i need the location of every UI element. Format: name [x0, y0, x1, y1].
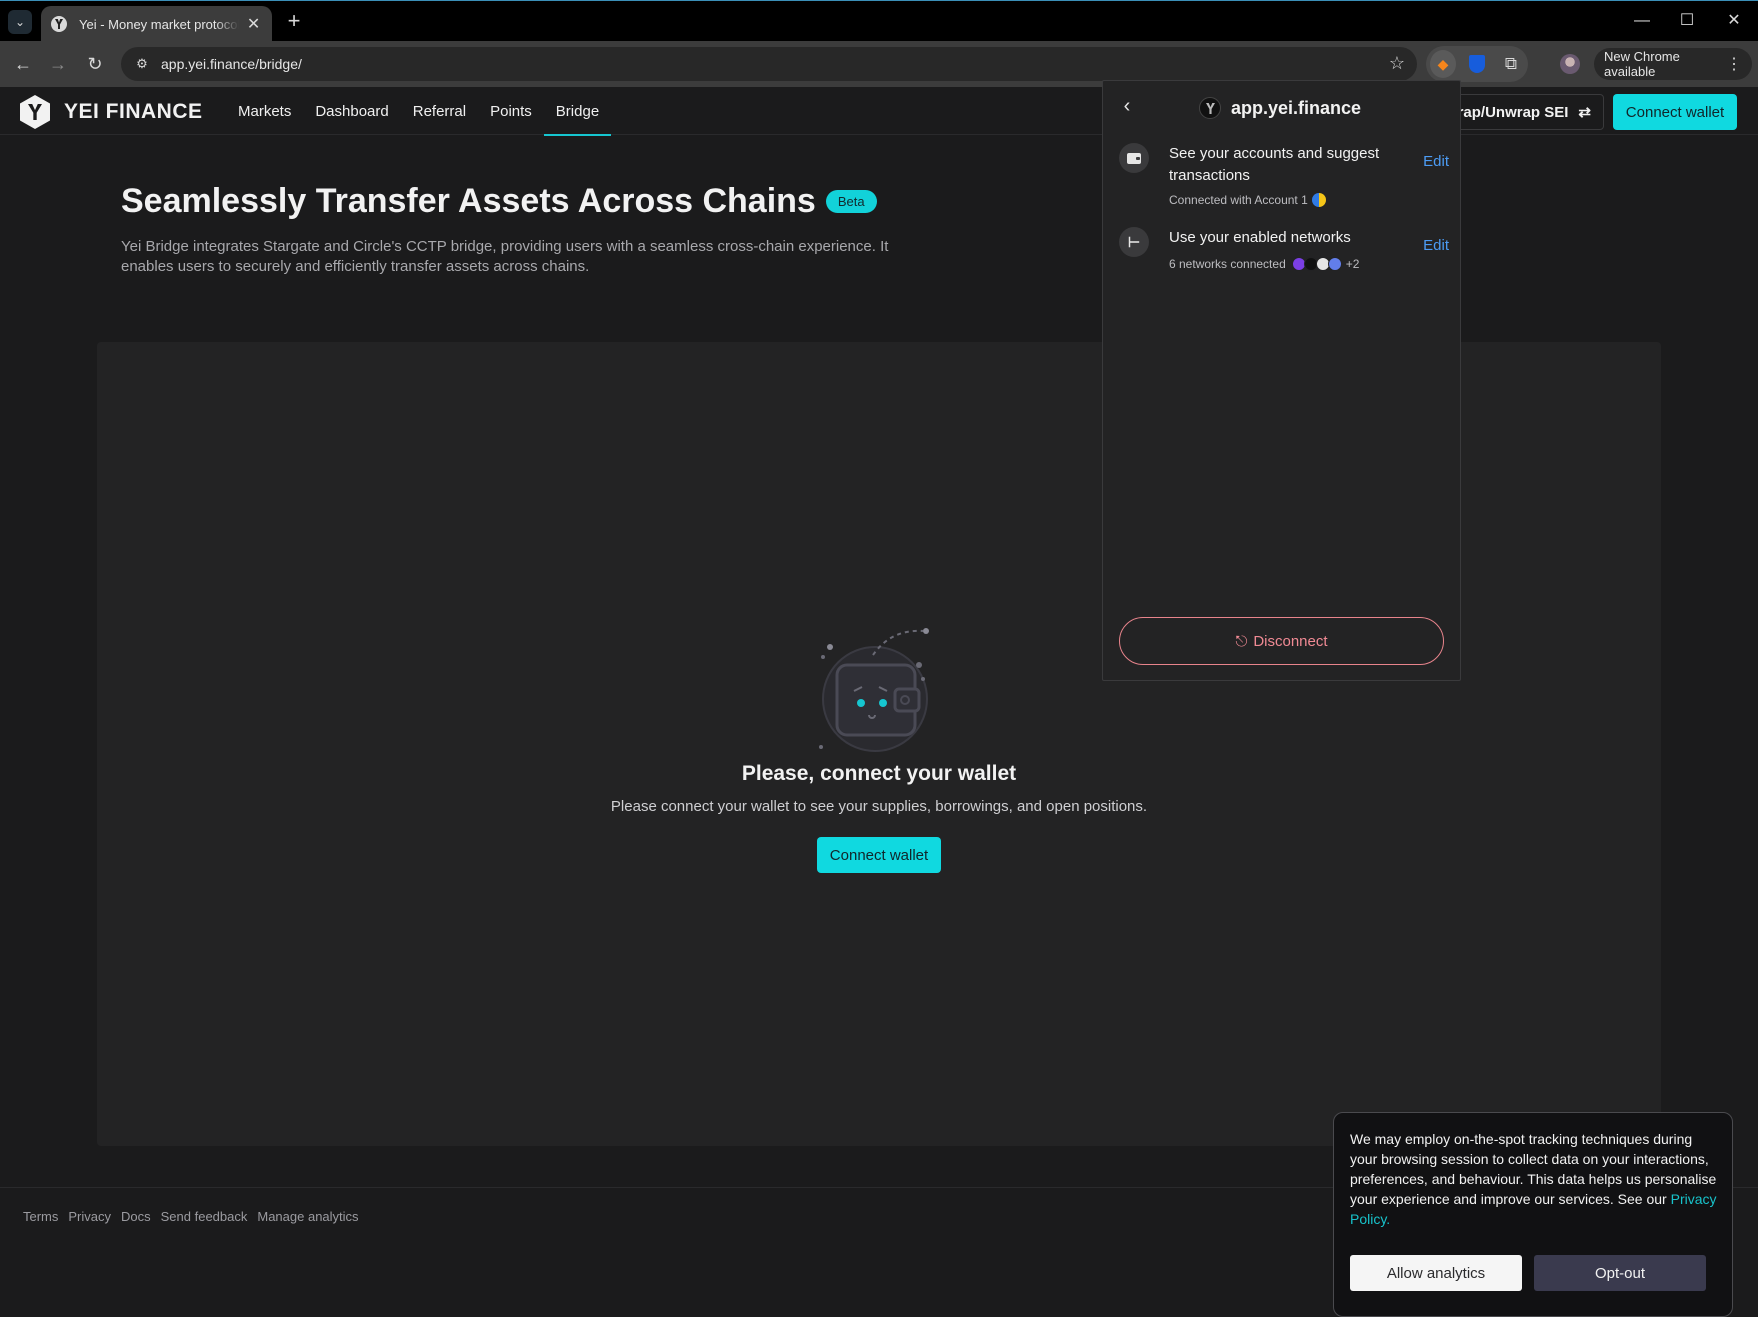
extensions-puzzle-icon[interactable]: ⧉ — [1498, 50, 1524, 78]
yei-logo[interactable]: YEI FINANCE — [20, 95, 203, 129]
page-title: Seamlessly Transfer Assets Across Chains — [121, 182, 816, 220]
consent-text-block: We may employ on-the-spot tracking techn… — [1350, 1129, 1720, 1229]
empty-state-title: Please, connect your wallet — [741, 762, 1017, 785]
app-header: YEI FINANCE Markets Dashboard Referral P… — [0, 87, 1758, 136]
permission-subtitle: Connected with Account 1 — [1169, 193, 1308, 207]
close-tab-icon[interactable]: ✕ — [245, 14, 262, 34]
edit-accounts-button[interactable]: Edit — [1423, 153, 1449, 170]
extensions-area: ◆ ⧉ — [1426, 46, 1528, 82]
site-favicon-icon — [1199, 97, 1221, 119]
profile-avatar[interactable] — [1560, 54, 1580, 74]
analytics-consent-banner: We may employ on-the-spot tracking techn… — [1333, 1112, 1733, 1317]
main-nav: Markets Dashboard Referral Points Bridge — [226, 87, 612, 136]
popup-header: app.yei.finance — [1199, 97, 1361, 119]
ethereum-network-icon — [1327, 257, 1342, 271]
wrap-label: rap/Unwrap SEI — [1457, 103, 1569, 121]
new-tab-button[interactable]: + — [282, 9, 306, 33]
edit-networks-button[interactable]: Edit — [1423, 237, 1449, 254]
wrap-unwrap-sei-button[interactable]: rap/Unwrap SEI ⇄ — [1440, 94, 1604, 130]
permission-accounts: See your accounts and suggest transactio… — [1119, 143, 1449, 213]
bookmark-star-icon[interactable]: ☆ — [1389, 53, 1405, 74]
reload-button[interactable]: ↻ — [82, 52, 108, 76]
disconnect-button[interactable]: ⎋ Disconnect — [1119, 617, 1444, 665]
close-window-button[interactable]: ✕ — [1719, 9, 1749, 33]
permission-title: Use your enabled networks — [1169, 229, 1351, 246]
allow-analytics-button[interactable]: Allow analytics — [1350, 1255, 1522, 1291]
menu-dots-icon[interactable]: ⋮ — [1726, 54, 1742, 74]
disconnect-icon: ⎋ — [1235, 632, 1248, 650]
logo-text: YEI FINANCE — [64, 100, 203, 123]
connect-wallet-header-button[interactable]: Connect wallet — [1613, 94, 1737, 130]
wallet-connection-popup: ‹ app.yei.finance See your accounts and … — [1102, 80, 1461, 681]
tab-search-button[interactable]: ⌄ — [8, 10, 32, 34]
footer-link-send-feedback[interactable]: Send feedback — [161, 1209, 248, 1224]
url-text: app.yei.finance/bridge/ — [161, 56, 302, 72]
popup-site-name: app.yei.finance — [1231, 97, 1362, 118]
disconnect-label: Disconnect — [1253, 632, 1328, 650]
permission-subtitle-row: 6 networks connected +2 — [1169, 257, 1359, 271]
metamask-fox-icon[interactable]: ◆ — [1430, 50, 1456, 78]
minimize-button[interactable]: — — [1627, 9, 1657, 33]
browser-tab-bar: ⌄ Yei - Money market protocol on Sei ✕ +… — [0, 0, 1758, 42]
permission-networks: ⊢ Use your enabled networks 6 networks c… — [1119, 227, 1449, 277]
footer-link-privacy[interactable]: Privacy — [68, 1209, 111, 1224]
bitwarden-shield-icon[interactable] — [1464, 50, 1490, 78]
network-tree-icon: ⊢ — [1119, 227, 1149, 257]
wallet-icon — [1119, 143, 1149, 173]
footer-link-manage-analytics[interactable]: Manage analytics — [257, 1209, 358, 1224]
nav-points[interactable]: Points — [478, 87, 544, 135]
page-title-row: Seamlessly Transfer Assets Across Chains… — [121, 182, 877, 221]
app: YEI FINANCE Markets Dashboard Referral P… — [0, 87, 1758, 1317]
opt-out-button[interactable]: Opt-out — [1534, 1255, 1706, 1291]
nav-bridge[interactable]: Bridge — [543, 87, 612, 136]
footer-link-terms[interactable]: Terms — [23, 1209, 58, 1224]
consent-text: We may employ on-the-spot tracking techn… — [1350, 1131, 1717, 1207]
empty-state-subtitle: Please connect your wallet to see your s… — [610, 798, 1148, 815]
back-button[interactable]: ← — [10, 52, 36, 76]
account-avatar-icon — [1311, 193, 1326, 207]
yei-favicon-icon — [51, 16, 67, 32]
update-label: New Chrome available — [1604, 49, 1680, 79]
nav-dashboard[interactable]: Dashboard — [303, 87, 400, 135]
page-description: Yei Bridge integrates Stargate and Circl… — [121, 238, 889, 275]
beta-badge: Beta — [825, 190, 877, 213]
chrome-update-button[interactable]: New Chrome available ⋮ — [1594, 48, 1752, 80]
permission-subtitle: 6 networks connected — [1169, 257, 1286, 271]
permission-subtitle-row: Connected with Account 1 — [1169, 193, 1326, 207]
swap-arrows-icon: ⇄ — [1578, 104, 1591, 121]
back-arrow-icon[interactable]: ‹ — [1115, 95, 1139, 119]
site-info-icon[interactable]: ⚙ — [133, 55, 151, 73]
permission-title: See your accounts and suggest transactio… — [1169, 145, 1380, 184]
tab-title: Yei - Money market protocol on Sei — [79, 16, 240, 32]
nav-referral[interactable]: Referral — [401, 87, 478, 135]
more-networks-count: +2 — [1345, 257, 1360, 271]
browser-toolbar: ← → ↻ ⚙ app.yei.finance/bridge/ ☆ ◆ ⧉ Ne… — [0, 41, 1758, 87]
browser-tab[interactable]: Yei - Money market protocol on Sei ✕ — [41, 6, 272, 42]
footer-link-docs[interactable]: Docs — [121, 1209, 151, 1224]
connect-wallet-button[interactable]: Connect wallet — [817, 837, 941, 873]
maximize-button[interactable]: ☐ — [1672, 9, 1702, 33]
address-bar[interactable]: ⚙ app.yei.finance/bridge/ ☆ — [121, 47, 1417, 81]
sad-wallet-illustration-icon — [819, 628, 929, 752]
footer-links: Terms Privacy Docs Send feedback Manage … — [23, 1209, 359, 1224]
nav-markets[interactable]: Markets — [226, 87, 303, 135]
yei-logo-icon — [20, 95, 50, 129]
forward-button[interactable]: → — [45, 52, 71, 76]
